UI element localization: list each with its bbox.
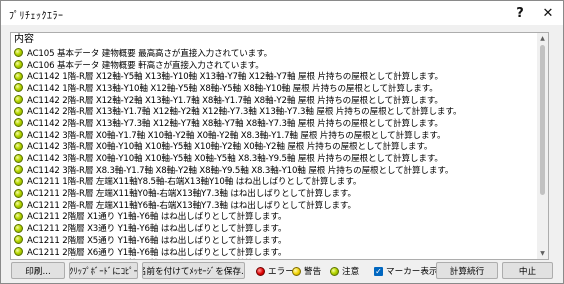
- list-item[interactable]: AC105 基本データ 建物概要 最高高さが直接入力されています。: [11, 47, 536, 59]
- notice-dot-icon: [14, 95, 23, 105]
- list-item[interactable]: AC1142 3階-R層 X0軸-Y1.7軸 X10軸-Y2軸 X0軸-Y2軸 …: [11, 129, 536, 141]
- close-icon: ✕: [542, 5, 554, 21]
- precheck-error-dialog: ﾌﾟﾘﾁｪｯｸｴﾗｰ ? ✕ 内容 AC105 基本データ 建物概要 最高高さが…: [0, 0, 564, 284]
- list-item[interactable]: AC1211 2階層 X5通り Y1軸-Y6軸 はね出しばりとして計算します。: [11, 234, 536, 246]
- notice-dot-icon: [14, 71, 23, 81]
- list-header-content: 内容: [14, 34, 34, 45]
- notice-dot-icon: [14, 200, 23, 210]
- list-item-text: AC1211 2階層 X3通り Y1軸-Y6軸 はね出しばりとして計算します。: [27, 224, 287, 235]
- list-item[interactable]: AC1211 2階-R層 左端X11軸Y0軸-右端X13軸Y7.3軸 はね出しば…: [11, 187, 536, 199]
- notice-dot-icon: [330, 266, 339, 276]
- list-item[interactable]: AC1211 2階層 X3通り Y1軸-Y6軸 はね出しばりとして計算します。: [11, 222, 536, 234]
- print-button[interactable]: 印刷...: [11, 262, 65, 279]
- list-item[interactable]: AC1211 2階層 X6通り Y1軸-Y6軸 はね出しばりとして計算します。: [11, 246, 536, 258]
- list-item[interactable]: AC106 基本データ 建物概要 軒高さが直接入力されています。: [11, 59, 536, 71]
- message-list[interactable]: 内容 AC105 基本データ 建物概要 最高高さが直接入力されています。 AC10…: [10, 32, 549, 260]
- list-item-text: AC1142 2階-R層 X13軸-Y1.7軸 X12軸-Y2軸 X12軸-Y7…: [27, 107, 462, 118]
- notice-dot-icon: [14, 48, 23, 58]
- scroll-up-icon[interactable]: ▲: [538, 34, 547, 43]
- notice-dot-icon: [14, 83, 23, 93]
- list-item-text: AC1211 2階-R層 左端X11軸Y0軸-右端X13軸Y7.3軸 はね出しば…: [27, 189, 356, 200]
- legend-warning: 警告: [292, 265, 321, 277]
- list-item[interactable]: AC1211 2階層 X8通り Y1軸-Y6軸 はね出しばりとして計算します。: [11, 257, 536, 259]
- list-item-text: AC1211 2階-R層 左端X11軸Y6軸-右端X13軸Y7.3軸 はね出しば…: [27, 200, 356, 211]
- legend-error-label: エラー: [268, 267, 294, 277]
- legend-notice: 注意: [330, 265, 359, 277]
- list-item-text: AC105 基本データ 建物概要 最高高さが直接入力されています。: [27, 48, 273, 59]
- list-item-text: AC1142 2階-R層 X13軸-Y7.3軸 X12軸-Y7軸 X8軸-Y7軸…: [27, 118, 443, 129]
- continue-calculation-button[interactable]: 計算続行: [436, 262, 498, 279]
- notice-dot-icon: [14, 247, 23, 257]
- list-item-text: AC1211 1階-R層 左端X11軸Y8.5軸-右端X13軸Y10軸 はね出し…: [27, 177, 362, 188]
- notice-dot-icon: [14, 211, 23, 221]
- message-rows: AC105 基本データ 建物概要 最高高さが直接入力されています。 AC106 基…: [11, 47, 536, 259]
- title-bar: ﾌﾟﾘﾁｪｯｸｴﾗｰ ? ✕: [1, 1, 563, 25]
- list-item-text: AC106 基本データ 建物概要 軒高さが直接入力されています。: [27, 60, 264, 71]
- stop-button[interactable]: 中止: [502, 262, 553, 279]
- list-item[interactable]: AC1142 3階-R層 X0軸-Y10軸 X10軸-Y5軸 X10軸-Y2軸 …: [11, 141, 536, 153]
- list-item-text: AC1211 2階層 X5通り Y1軸-Y6軸 はね出しばりとして計算します。: [27, 235, 287, 246]
- list-item[interactable]: AC1211 2階層 X1通り Y1軸-Y6軸 はね出しばりとして計算します。: [11, 211, 536, 223]
- legend-error: エラー: [256, 265, 294, 277]
- scroll-thumb[interactable]: [540, 45, 545, 195]
- list-item[interactable]: AC1142 1階-R層 X13軸-Y10軸 X12軸-Y5軸 X8軸-Y5軸 …: [11, 82, 536, 94]
- list-item[interactable]: AC1142 1階-R層 X12軸-Y5軸 X13軸-Y10軸 X13軸-Y7軸…: [11, 70, 536, 82]
- vertical-scrollbar[interactable]: ▲ ▼: [537, 33, 548, 259]
- list-item-text: AC1142 3階-R層 X0軸-Y1.7軸 X10軸-Y2軸 X0軸-Y2軸 …: [27, 130, 446, 141]
- notice-dot-icon: [14, 235, 23, 245]
- list-item[interactable]: AC1211 1階-R層 左端X11軸Y8.5軸-右端X13軸Y10軸 はね出し…: [11, 176, 536, 188]
- copy-to-clipboard-button[interactable]: ｸﾘｯﾌﾟﾎﾞｰﾄﾞにｺﾋﾟｰ: [69, 262, 138, 279]
- marker-display-label: マーカー表示: [386, 267, 438, 277]
- help-icon: ?: [516, 5, 524, 21]
- list-item[interactable]: AC1211 2階-R層 左端X11軸Y6軸-右端X13軸Y7.3軸 はね出しば…: [11, 199, 536, 211]
- list-item[interactable]: AC1142 2階-R層 X13軸-Y1.7軸 X12軸-Y2軸 X12軸-Y7…: [11, 105, 536, 117]
- marker-display-checkbox[interactable]: ✓ マーカー表示: [374, 265, 438, 277]
- legend-warning-label: 警告: [304, 267, 322, 277]
- list-item-text: AC1142 3階-R層 X0軸-Y10軸 X10軸-Y5軸 X10軸-Y2軸 …: [27, 142, 433, 153]
- warning-dot-icon: [292, 266, 301, 276]
- notice-dot-icon: [14, 223, 23, 233]
- list-item-text: AC1211 2階層 X6通り Y1軸-Y6軸 はね出しばりとして計算します。: [27, 247, 287, 258]
- dialog-title: ﾌﾟﾘﾁｪｯｸｴﾗｰ: [9, 11, 64, 22]
- list-item-text: AC1211 2階層 X8通り Y1軸-Y6軸 はね出しばりとして計算します。: [27, 257, 286, 259]
- notice-dot-icon: [14, 60, 23, 70]
- list-item-text: AC1142 1階-R層 X13軸-Y10軸 X12軸-Y5軸 X8軸-Y5軸 …: [27, 83, 438, 94]
- footer-bar: 印刷... ｸﾘｯﾌﾟﾎﾞｰﾄﾞにｺﾋﾟｰ 名前を付けてﾒｯｾｰｼﾞを保存...…: [1, 261, 563, 283]
- notice-dot-icon: [14, 153, 23, 163]
- notice-dot-icon: [14, 176, 23, 186]
- notice-dot-icon: [14, 258, 23, 259]
- list-item-text: AC1142 2階-R層 X12軸-Y2軸 X13軸-Y1.7軸 X8軸-Y1.…: [27, 95, 443, 106]
- notice-dot-icon: [14, 165, 23, 175]
- scroll-down-icon[interactable]: ▼: [538, 249, 547, 258]
- list-item-text: AC1142 3階-R層 X8.3軸-Y1.7軸 X8軸-Y2軸 X8軸-Y9.…: [27, 165, 454, 176]
- checkmark-icon[interactable]: ✓: [374, 266, 383, 276]
- notice-dot-icon: [14, 130, 23, 140]
- notice-dot-icon: [14, 118, 23, 128]
- notice-dot-icon: [14, 141, 23, 151]
- list-item[interactable]: AC1142 2階-R層 X12軸-Y2軸 X13軸-Y1.7軸 X8軸-Y1.…: [11, 94, 536, 106]
- list-item[interactable]: AC1142 3階-R層 X8.3軸-Y1.7軸 X8軸-Y2軸 X8軸-Y9.…: [11, 164, 536, 176]
- notice-dot-icon: [14, 188, 23, 198]
- close-button[interactable]: ✕: [531, 1, 564, 25]
- list-item-text: AC1142 1階-R層 X12軸-Y5軸 X13軸-Y10軸 X13軸-Y7軸…: [27, 72, 444, 83]
- error-dot-icon: [256, 266, 265, 276]
- save-messages-button[interactable]: 名前を付けてﾒｯｾｰｼﾞを保存...: [142, 262, 245, 279]
- list-item[interactable]: AC1142 2階-R層 X13軸-Y7.3軸 X12軸-Y7軸 X8軸-Y7軸…: [11, 117, 536, 129]
- list-item-text: AC1142 3階-R層 X0軸-Y10軸 X10軸-Y5軸 X0軸-Y5軸 X…: [27, 154, 443, 165]
- legend-notice-label: 注意: [342, 267, 360, 277]
- list-item-text: AC1211 2階層 X1通り Y1軸-Y6軸 はね出しばりとして計算します。: [27, 212, 287, 223]
- notice-dot-icon: [14, 106, 23, 116]
- list-item[interactable]: AC1142 3階-R層 X0軸-Y10軸 X10軸-Y5軸 X0軸-Y5軸 X…: [11, 152, 536, 164]
